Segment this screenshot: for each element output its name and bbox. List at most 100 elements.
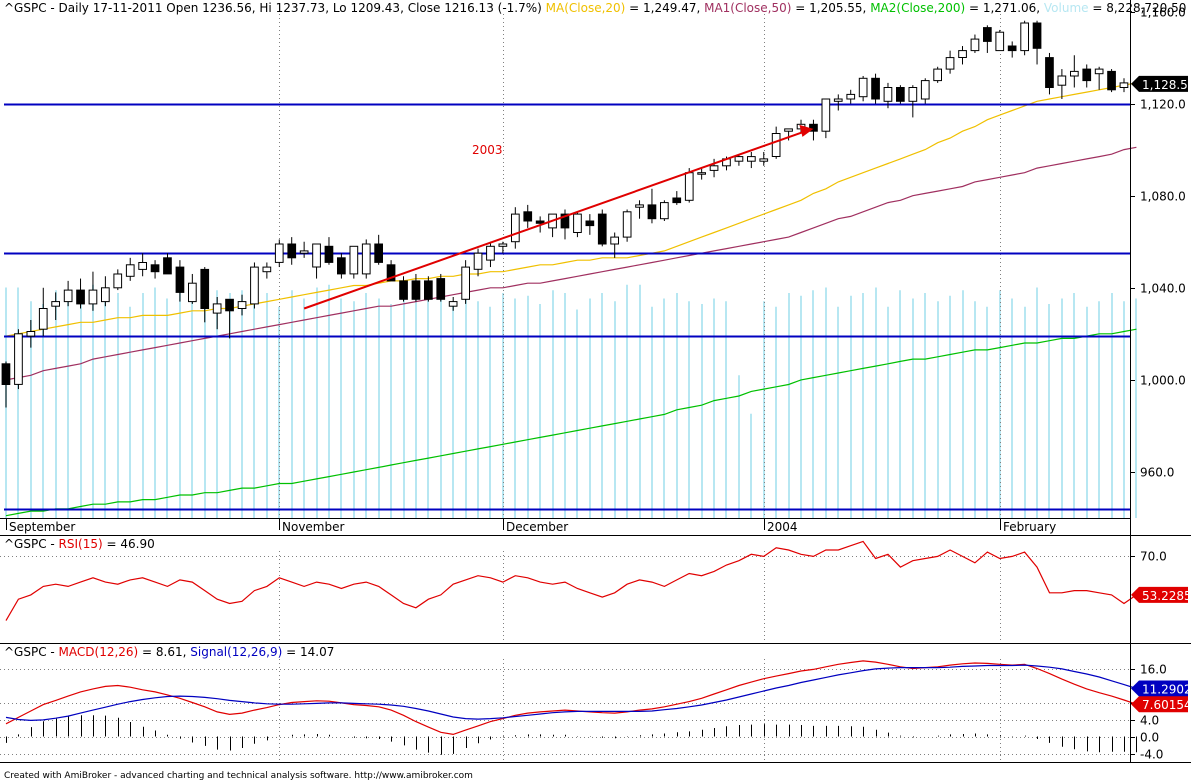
year-annotation: 2003 bbox=[472, 143, 503, 157]
candle-up bbox=[684, 172, 694, 201]
macd-value-tag: 7.60154 bbox=[1131, 696, 1191, 713]
candle-up bbox=[101, 287, 110, 303]
candle-up bbox=[312, 243, 321, 268]
candle-up bbox=[958, 50, 967, 58]
footer-credit: Created with AmiBroker - advanced charti… bbox=[4, 771, 473, 781]
signal-value-tag-text: 11.2902 bbox=[1142, 682, 1191, 696]
candle-up bbox=[361, 243, 371, 275]
candle-up bbox=[622, 211, 632, 238]
price-tick-label: 1,160.0 bbox=[1140, 6, 1186, 20]
header-segment-3: MA1(Close,50) bbox=[704, 1, 791, 15]
candle-up bbox=[995, 31, 1005, 52]
candle-up bbox=[970, 38, 980, 52]
candle-up bbox=[51, 301, 60, 307]
date-label: September bbox=[9, 520, 75, 534]
candle-up bbox=[26, 331, 36, 337]
price-tick-label: 1,120.0 bbox=[1140, 98, 1186, 112]
rsi-header: ^GSPC - RSI(15) = 46.90 bbox=[4, 537, 155, 551]
date-label: December bbox=[506, 520, 568, 534]
candle-up bbox=[660, 202, 669, 220]
candle-up bbox=[833, 98, 843, 102]
candle-up bbox=[212, 303, 222, 314]
header-segment-2: = 46.90 bbox=[103, 537, 155, 551]
amibroker-chart: ^GSPC - Daily 17-11-2011 Open 1236.56, H… bbox=[0, 0, 1191, 781]
candle-down bbox=[1107, 70, 1116, 91]
candle-up bbox=[920, 80, 930, 100]
header-segment-0: ^GSPC - bbox=[4, 645, 59, 659]
candle-down bbox=[374, 243, 383, 263]
candle-up bbox=[498, 243, 508, 247]
header-segment-4: = 14.07 bbox=[282, 645, 334, 659]
candle-up bbox=[734, 156, 744, 162]
candle-up bbox=[1119, 82, 1129, 89]
macd-tick-label: 16.0 bbox=[1140, 663, 1167, 677]
candle-up bbox=[1057, 75, 1067, 86]
macd-value-tag-text: 7.60154 bbox=[1142, 698, 1191, 712]
macd-tick-label: -4.0 bbox=[1140, 748, 1163, 762]
header-segment-4: = 1,205.55, bbox=[791, 1, 870, 15]
candle-up bbox=[14, 333, 23, 385]
candle-up bbox=[1094, 68, 1104, 75]
candle-down bbox=[585, 220, 595, 227]
candle-up bbox=[237, 301, 247, 310]
candle-down bbox=[225, 298, 234, 312]
candle-down bbox=[523, 211, 533, 222]
candle-up bbox=[511, 213, 520, 243]
candle-down bbox=[424, 280, 433, 300]
candle-down bbox=[896, 87, 905, 102]
candle-down bbox=[1032, 22, 1042, 49]
candle-up bbox=[945, 57, 955, 70]
candle-down bbox=[200, 268, 210, 309]
candle-down bbox=[436, 278, 446, 300]
candle-up bbox=[858, 77, 868, 98]
candle-up bbox=[274, 243, 284, 263]
last-price-tag-text: 1,128.59 bbox=[1142, 78, 1191, 92]
candle-up bbox=[747, 156, 756, 162]
candle-up bbox=[635, 204, 644, 208]
price-tick-label: 960.0 bbox=[1140, 466, 1174, 480]
candle-up bbox=[88, 289, 98, 305]
candle-up bbox=[908, 87, 918, 102]
candle-up bbox=[250, 266, 259, 305]
candle-down bbox=[535, 220, 545, 224]
candle-up bbox=[709, 165, 719, 171]
candle-up bbox=[38, 308, 48, 330]
last-price-tag: 1,128.59 bbox=[1131, 75, 1191, 92]
candle-up bbox=[349, 245, 359, 275]
date-label: February bbox=[1003, 520, 1056, 534]
candle-up bbox=[125, 264, 135, 277]
price-tick-label: 1,000.0 bbox=[1140, 374, 1186, 388]
candle-down bbox=[150, 264, 160, 273]
macd-header: ^GSPC - MACD(12,26) = 8.61, Signal(12,26… bbox=[4, 645, 334, 659]
candle-up bbox=[573, 213, 582, 234]
header-segment-7: Volume bbox=[1044, 1, 1089, 15]
candle-down bbox=[672, 197, 682, 204]
candle-down bbox=[163, 257, 172, 275]
price-tick-label: 1,040.0 bbox=[1140, 282, 1186, 296]
candle-up bbox=[821, 98, 831, 132]
header-segment-2: = 8.61, bbox=[138, 645, 190, 659]
candle-down bbox=[983, 27, 992, 42]
candle-up bbox=[883, 87, 893, 102]
candle-down bbox=[337, 257, 346, 275]
header-segment-6: = 1,271.06, bbox=[965, 1, 1044, 15]
header-segment-0: ^GSPC - Daily 17-11-2011 Open 1236.56, H… bbox=[4, 1, 546, 15]
candle-up bbox=[933, 68, 942, 82]
candle-up bbox=[486, 245, 495, 261]
candle-up bbox=[610, 236, 619, 245]
candle-up bbox=[188, 282, 197, 303]
candle-down bbox=[76, 289, 85, 305]
candle-down bbox=[597, 213, 607, 245]
date-label: 2004 bbox=[767, 520, 798, 534]
date-label: November bbox=[282, 520, 344, 534]
header-segment-3: Signal(12,26,9) bbox=[190, 645, 282, 659]
candle-down bbox=[287, 243, 297, 259]
candle-up bbox=[138, 262, 148, 270]
candle-down bbox=[1007, 45, 1017, 52]
candle-down bbox=[1082, 68, 1092, 82]
header-segment-5: MA2(Close,200) bbox=[870, 1, 965, 15]
candle-down bbox=[1, 363, 11, 385]
candle-up bbox=[63, 289, 73, 303]
header-segment-1: MA(Close,20) bbox=[546, 1, 626, 15]
candle-up bbox=[473, 252, 483, 270]
